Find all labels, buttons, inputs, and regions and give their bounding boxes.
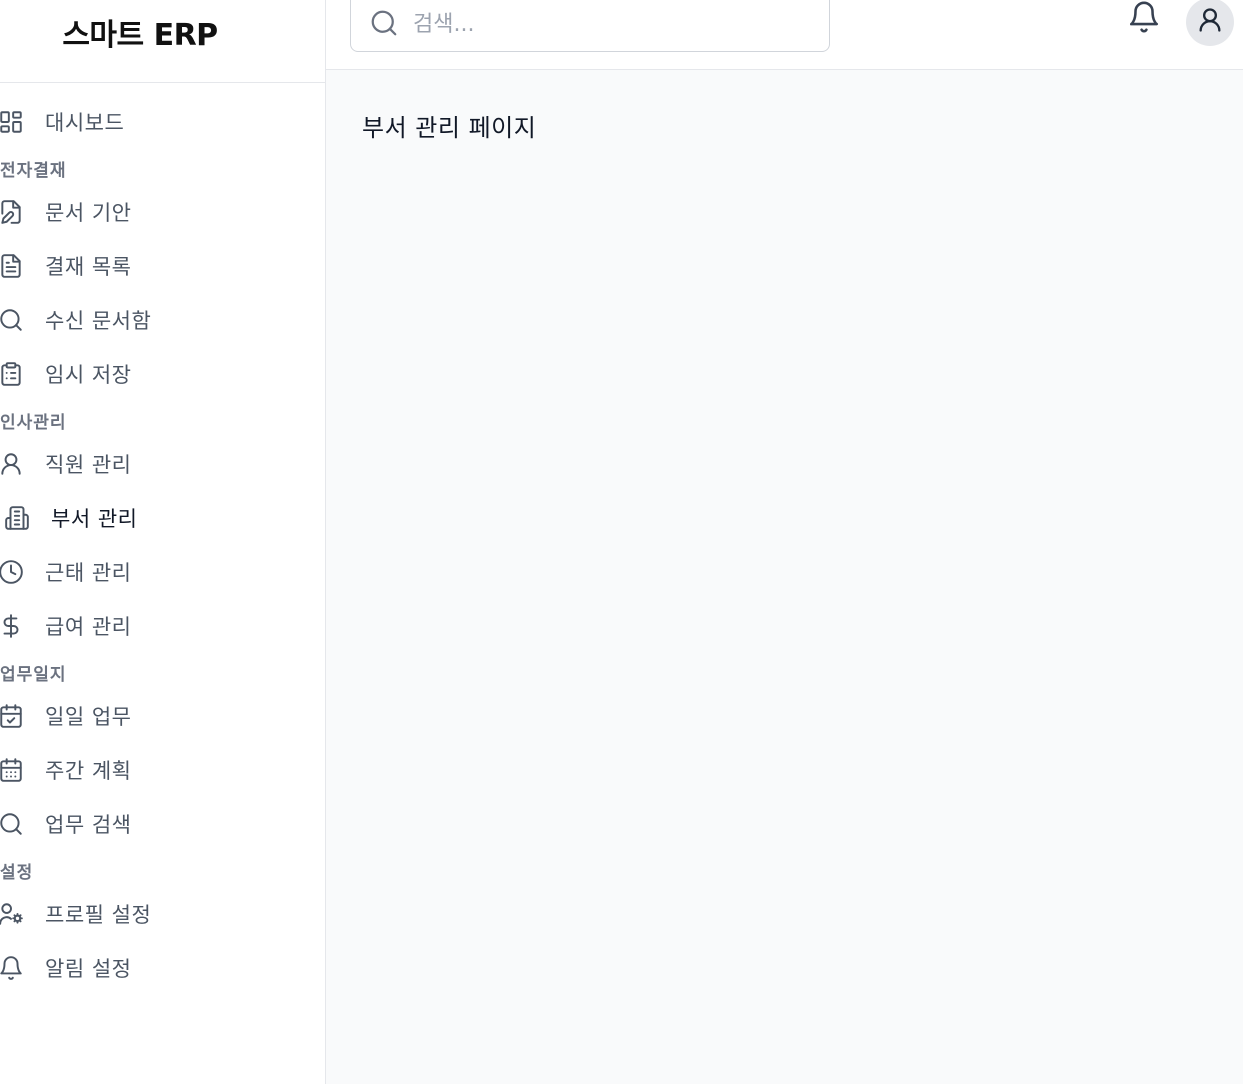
search-icon — [0, 307, 24, 333]
top-bar — [326, 0, 1243, 70]
sidebar-item-attendance[interactable]: 근태 관리 — [0, 552, 131, 592]
sidebar-item-label: 직원 관리 — [45, 453, 132, 477]
sidebar-item-inbox[interactable]: 수신 문서함 — [0, 300, 151, 340]
main-content: 부서 관리 페이지 — [326, 70, 1243, 1084]
bell-icon — [1127, 0, 1161, 38]
building-icon — [4, 505, 30, 531]
user-icon — [1196, 6, 1224, 38]
section-title-approval: 전자결재 — [0, 161, 67, 181]
sidebar-item-label: 임시 저장 — [45, 363, 132, 387]
sidebar-item-label: 문서 기안 — [45, 201, 132, 225]
page-title: 부서 관리 페이지 — [362, 114, 537, 142]
sidebar-item-label: 주간 계획 — [45, 759, 132, 783]
search-icon — [0, 811, 24, 837]
sidebar-item-label: 대시보드 — [45, 111, 125, 135]
search-input[interactable] — [411, 5, 805, 43]
user-cog-icon — [0, 901, 24, 927]
section-title-hr: 인사관리 — [0, 413, 67, 433]
sidebar-item-daily-work[interactable]: 일일 업무 — [0, 696, 131, 736]
sidebar-item-label: 급여 관리 — [45, 615, 132, 639]
sidebar-item-weekly-plan[interactable]: 주간 계획 — [0, 750, 131, 790]
sidebar-item-label: 결재 목록 — [45, 255, 132, 279]
sidebar-item-draft-document[interactable]: 문서 기안 — [0, 192, 131, 232]
calendar-days-icon — [0, 757, 24, 783]
sidebar-item-temp-save[interactable]: 임시 저장 — [0, 354, 131, 394]
file-text-icon — [0, 253, 24, 279]
sidebar-item-departments[interactable]: 부서 관리 — [0, 498, 137, 538]
sidebar-item-label: 업무 검색 — [45, 813, 132, 837]
bell-icon — [0, 955, 24, 981]
clipboard-list-icon — [0, 361, 24, 387]
sidebar: 스마트 ERP 대시보드 전자결재 문서 기안 결재 목록 수신 문서함 임시 … — [0, 0, 326, 1084]
sidebar-item-label: 프로필 설정 — [45, 903, 152, 927]
sidebar-item-label: 부서 관리 — [51, 507, 138, 531]
dashboard-grid-icon — [0, 109, 24, 135]
user-icon — [0, 451, 24, 477]
calendar-check-icon — [0, 703, 24, 729]
file-edit-icon — [0, 199, 24, 225]
brand-header: 스마트 ERP — [0, 0, 325, 83]
section-title-settings: 설정 — [0, 863, 34, 883]
search-icon — [369, 8, 399, 38]
clock-icon — [0, 559, 24, 585]
sidebar-item-label: 알림 설정 — [45, 957, 132, 981]
sidebar-item-label: 일일 업무 — [45, 705, 132, 729]
sidebar-item-work-search[interactable]: 업무 검색 — [0, 804, 131, 844]
sidebar-item-dashboard[interactable]: 대시보드 — [0, 102, 124, 142]
notification-button[interactable] — [1126, 0, 1162, 38]
sidebar-item-employees[interactable]: 직원 관리 — [0, 444, 131, 484]
search-box[interactable] — [350, 0, 830, 52]
dollar-icon — [0, 613, 24, 639]
sidebar-item-label: 근태 관리 — [45, 561, 132, 585]
sidebar-item-payroll[interactable]: 급여 관리 — [0, 606, 131, 646]
sidebar-item-approval-list[interactable]: 결재 목록 — [0, 246, 131, 286]
brand-title: 스마트 ERP — [62, 18, 218, 53]
section-title-worklog: 업무일지 — [0, 665, 67, 685]
sidebar-item-label: 수신 문서함 — [45, 309, 152, 333]
sidebar-item-profile-settings[interactable]: 프로필 설정 — [0, 894, 151, 934]
sidebar-item-notification-settings[interactable]: 알림 설정 — [0, 948, 131, 988]
avatar[interactable] — [1186, 0, 1234, 46]
